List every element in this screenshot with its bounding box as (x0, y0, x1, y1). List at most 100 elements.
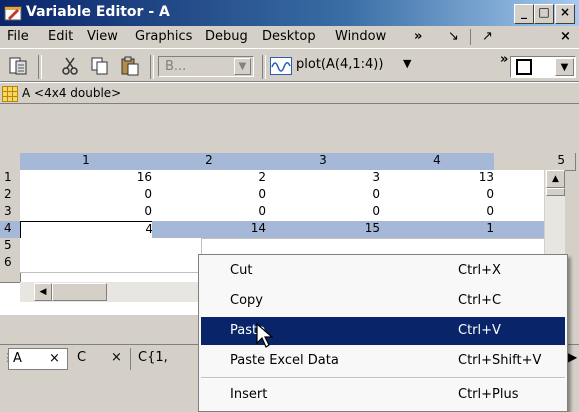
tab-scroll-right-icon[interactable]: ▶ (568, 350, 577, 364)
context-menu: Cut Ctrl+X Copy Ctrl+C Paste Ctrl+V Past… (198, 254, 568, 412)
copy-icon[interactable] (90, 56, 110, 76)
menu-item-copy[interactable]: Copy Ctrl+C (201, 287, 565, 315)
table-cell[interactable]: 2 (152, 170, 270, 188)
scroll-left-icon[interactable]: ◀ (34, 283, 52, 301)
menu-item-paste-excel-data[interactable]: Paste Excel Data Ctrl+Shift+V (201, 347, 565, 375)
table-cell[interactable]: 0 (20, 204, 156, 222)
plot-icon[interactable] (270, 57, 292, 75)
menu-item-insert[interactable]: Insert Ctrl+Plus (201, 381, 565, 409)
menu-file[interactable]: File (7, 29, 29, 44)
variable-editor-icon (4, 6, 22, 21)
menu-item-label: Copy (230, 293, 263, 308)
table-cell-selected[interactable]: 14 (152, 221, 270, 239)
table-cell[interactable]: 0 (152, 187, 270, 205)
column-header-4[interactable]: 4 (380, 153, 495, 171)
stack-select[interactable]: B... ▼ (158, 56, 254, 77)
scroll-up-icon[interactable]: ▲ (546, 170, 565, 188)
tab-label: A (13, 351, 22, 366)
layout-select[interactable]: ▼ (510, 56, 576, 78)
table-cell[interactable] (20, 238, 156, 256)
toolbar-separator (38, 55, 42, 79)
maximize-button[interactable]: □ (534, 4, 554, 24)
menu-overflow-icon[interactable]: » (414, 29, 422, 44)
window-title: Variable Editor - A (26, 4, 170, 20)
tab-label: C{1, (138, 350, 168, 365)
horizontal-scrollbar[interactable]: ◀ (20, 282, 198, 302)
array-grid-icon (2, 86, 18, 102)
menu-item-shortcut: Ctrl+V (458, 323, 501, 338)
variable-label-bar: A <4x4 double> (0, 82, 579, 104)
menu-item-label: Insert (230, 387, 268, 402)
table-cell[interactable]: 0 (266, 204, 384, 222)
tab-label: C (77, 350, 87, 365)
menu-item-label: Cut (230, 263, 253, 278)
row-header[interactable] (0, 272, 21, 283)
tab-A[interactable]: A × (8, 348, 68, 370)
paste-icon[interactable] (120, 56, 140, 76)
table-cell-selected[interactable]: 15 (266, 221, 384, 239)
menu-item-cut[interactable]: Cut Ctrl+X (201, 257, 565, 285)
dock-icon[interactable]: ↗ (482, 29, 493, 44)
table-cell[interactable] (152, 255, 202, 273)
column-header-3[interactable]: 3 (266, 153, 381, 171)
plot-selector-label[interactable]: plot(A(4,1:4)) (296, 57, 383, 72)
table-cell[interactable] (494, 187, 548, 205)
menu-item-shortcut: Ctrl+C (458, 293, 502, 308)
cut-icon[interactable] (60, 56, 80, 76)
table-cell[interactable]: 0 (152, 204, 270, 222)
menu-edit[interactable]: Edit (48, 29, 73, 44)
tab-close-icon[interactable]: × (111, 350, 122, 365)
grid-corner[interactable] (0, 153, 21, 171)
scroll-thumb[interactable] (52, 283, 107, 301)
close-button[interactable]: × (555, 4, 575, 24)
chevron-down-icon[interactable]: ▼ (555, 58, 574, 76)
table-cell[interactable]: 3 (266, 170, 384, 188)
grid-top-spacer (0, 104, 579, 153)
table-cell[interactable] (152, 238, 202, 256)
title-bar[interactable]: Variable Editor - A _ □ × (0, 0, 579, 26)
table-cell[interactable]: 0 (380, 204, 498, 222)
mouse-pointer-icon (256, 323, 274, 348)
table-cell[interactable]: 0 (380, 187, 498, 205)
toolbar-separator (262, 55, 266, 79)
table-cell[interactable] (20, 255, 156, 273)
menu-graphics[interactable]: Graphics (135, 29, 192, 44)
menu-item-shortcut: Ctrl+Shift+V (458, 353, 542, 368)
toolbar: B... ▼ plot(A(4,1:4)) ▼ » ▼ (0, 48, 579, 82)
stack-value: B... (165, 59, 187, 74)
tab-C-cell[interactable]: C{1, (134, 348, 194, 370)
column-header-1[interactable]: 1 (20, 153, 153, 171)
table-cell[interactable]: 0 (266, 187, 384, 205)
menu-view[interactable]: View (87, 29, 118, 44)
menu-window[interactable]: Window (335, 29, 386, 44)
table-cell[interactable] (494, 221, 548, 239)
menu-desktop[interactable]: Desktop (262, 29, 316, 44)
table-cell[interactable] (494, 170, 548, 188)
tab-C[interactable]: C × (71, 348, 131, 370)
column-header-5[interactable]: 5 (494, 153, 576, 171)
plot-dropdown-icon[interactable]: ▼ (403, 57, 411, 70)
table-cell[interactable]: 13 (380, 170, 498, 188)
menu-debug[interactable]: Debug (205, 29, 248, 44)
toolbar-separator (150, 55, 154, 79)
toolbar-overflow-icon[interactable]: » (500, 52, 508, 67)
undock-icon[interactable]: ↘ (448, 29, 459, 44)
minimize-button[interactable]: _ (514, 4, 534, 24)
menu-separator (470, 29, 472, 45)
table-cell[interactable]: 16 (20, 170, 156, 188)
close-editor-icon[interactable]: × (560, 29, 571, 44)
table-cell[interactable] (494, 204, 548, 222)
scroll-thumb[interactable] (546, 188, 565, 196)
column-header-2[interactable]: 2 (152, 153, 267, 171)
import-data-icon[interactable] (8, 56, 28, 76)
table-cell-selected[interactable]: 1 (380, 221, 498, 239)
menu-item-shortcut: Ctrl+Plus (458, 387, 519, 402)
layout-square-icon (516, 59, 532, 75)
tab-close-icon[interactable]: × (49, 351, 60, 366)
menu-separator (201, 377, 565, 379)
menu-item-shortcut: Ctrl+X (458, 263, 501, 278)
menu-bar: File Edit View Graphics Debug Desktop Wi… (0, 26, 579, 48)
chevron-down-icon[interactable]: ▼ (234, 58, 251, 75)
table-cell[interactable]: 0 (20, 187, 156, 205)
variable-label: A <4x4 double> (22, 86, 122, 100)
